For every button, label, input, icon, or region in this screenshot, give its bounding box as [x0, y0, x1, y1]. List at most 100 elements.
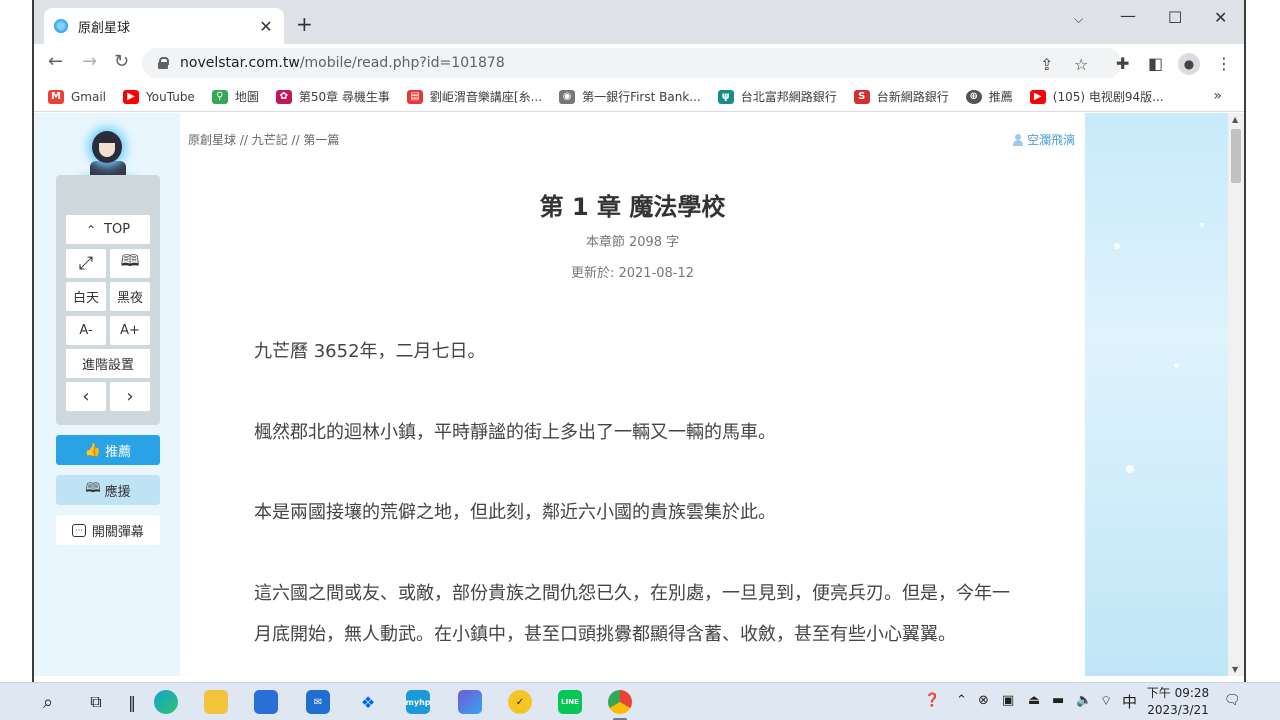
dropbox-icon[interactable]: ❖ [354, 688, 382, 716]
myhp-icon[interactable]: myhp [404, 688, 432, 716]
recommend-button[interactable]: 👍 推薦 [56, 435, 160, 465]
bookmark-maps[interactable]: ⚲ 地圖 [211, 88, 259, 105]
volume-icon[interactable]: 🔈 [1076, 693, 1092, 708]
page-scrollbar[interactable]: ▲ ▼ [1228, 113, 1244, 676]
day-mode-button[interactable]: 白天 [66, 282, 106, 311]
address-bar[interactable]: novelstar.com.tw/mobile/read.php?id=1018… [142, 48, 1122, 78]
youtube-icon: ▶ [1029, 89, 1046, 104]
new-tab-button[interactable]: + [296, 14, 313, 34]
bookmark-label: 台新網路銀行 [876, 90, 949, 104]
back-icon[interactable]: ← [48, 52, 63, 72]
expand-icon: ⤢ [78, 253, 94, 274]
side-panel-icon[interactable]: ◧ [1148, 54, 1163, 73]
lecture-icon: ▤ [406, 89, 423, 104]
wifi-icon[interactable]: ⌔ [1100, 693, 1112, 709]
prev-chapter-button[interactable]: ‹ [66, 382, 106, 411]
bookmark-gmail[interactable]: M Gmail [48, 89, 107, 104]
browser-window: 原創星球 ✕ + ⌵ — ☐ ✕ ← → ↻ novelstar.com.tw/… [32, 0, 1246, 682]
bookmark-label: Gmail [71, 89, 107, 104]
bookmark-chapter-50[interactable]: ✿ 第50章 尋機生事 [275, 88, 390, 105]
chevron-right-icon: › [126, 386, 134, 407]
bookmark-label: 台北富邦網路銀行 [740, 90, 837, 104]
battery-icon[interactable]: ▬ [1052, 693, 1064, 708]
site-favicon-icon [54, 19, 68, 33]
usb-icon[interactable]: ⏏ [1028, 693, 1040, 708]
clock-time: 下午 09:28 [1146, 686, 1210, 700]
next-chapter-button[interactable]: › [110, 382, 150, 411]
reload-icon[interactable]: ↻ [114, 52, 129, 72]
bookmark-label: 地圖 [234, 90, 259, 104]
support-button[interactable]: 🕮 應援 [56, 475, 160, 505]
support-label: 應援 [104, 484, 131, 500]
close-window-icon[interactable]: ✕ [1214, 8, 1227, 27]
copilot-icon[interactable] [456, 688, 484, 716]
bookmark-label: YouTube [146, 89, 195, 104]
store-icon[interactable] [252, 688, 280, 716]
clock-date: 2023/3/21 [1147, 703, 1209, 717]
ime-indicator[interactable]: 中 [1122, 691, 1137, 712]
bookmark-tv-series[interactable]: ▶ (105) 电视剧94版... [1029, 88, 1164, 105]
updated-date: 更新於: 2021-08-12 [570, 266, 695, 281]
line-icon[interactable]: LINE [556, 688, 584, 716]
url-path: /mobile/read.php?id=101878 [299, 55, 505, 71]
author-link[interactable]: 空瀾飛漓 [1012, 131, 1075, 148]
url-host: novelstar.com.tw [180, 55, 300, 71]
help-icon[interactable]: ❓ [924, 693, 940, 708]
norton-icon[interactable]: ✓ [506, 688, 534, 716]
taskbar-divider-icon: ‖ [128, 692, 136, 712]
url-text: novelstar.com.tw/mobile/read.php?id=1018… [180, 55, 505, 71]
bookmarks-overflow-icon[interactable]: » [1213, 88, 1222, 104]
share-icon[interactable]: ⇪ [1040, 55, 1053, 74]
gmail-icon: M [48, 89, 64, 104]
search-icon[interactable]: ⌕ [34, 688, 62, 716]
lock-icon[interactable] [158, 57, 169, 69]
minimize-icon[interactable]: — [1120, 6, 1136, 25]
menu-kebab-icon[interactable]: ⋮ [1216, 54, 1232, 73]
font-larger-button[interactable]: A+ [110, 316, 150, 345]
bookmark-first-bank[interactable]: ◉ 第一銀行First Bank... [559, 88, 701, 105]
chat-bubble-icon: ··· [72, 523, 86, 537]
scroll-thumb[interactable] [1231, 129, 1241, 183]
user-icon [1012, 133, 1023, 146]
breadcrumb[interactable]: 原創星球 // 九芒記 // 第一篇 [188, 131, 339, 148]
maximize-icon[interactable]: ☐ [1168, 8, 1182, 27]
danmaku-toggle-button[interactable]: ··· 開關彈幕 [56, 515, 160, 545]
tab-close-icon[interactable]: ✕ [258, 17, 274, 36]
first-bank-icon: ◉ [559, 89, 576, 104]
snow-sparkle [1126, 465, 1134, 473]
bookmark-recommend[interactable]: ⊕ 推薦 [965, 88, 1013, 105]
tab-novelstar[interactable]: 原創星球 ✕ [44, 8, 284, 44]
word-count: 本章節 2098 字 [585, 235, 680, 250]
file-explorer-icon[interactable] [202, 688, 230, 716]
chevron-up-icon: ⌃ [85, 222, 97, 237]
tab-search-chevron-icon[interactable]: ⌵ [1074, 12, 1083, 27]
fullscreen-button[interactable]: ⤢ [66, 249, 106, 278]
scroll-down-arrow-icon[interactable]: ▼ [1232, 665, 1238, 674]
bookmark-youtube[interactable]: ▶ YouTube [123, 89, 195, 104]
edge-icon[interactable] [152, 688, 180, 716]
night-mode-button[interactable]: 黑夜 [110, 282, 150, 311]
profile-icon[interactable]: ● [1178, 53, 1200, 75]
font-smaller-button[interactable]: A- [66, 316, 106, 345]
bookmark-star-icon[interactable]: ☆ [1074, 55, 1088, 74]
bookmark-taishin-bank[interactable]: S 台新網路銀行 [853, 88, 949, 105]
task-view-icon[interactable]: ⧉ [82, 688, 110, 716]
tray-app-icon[interactable]: ▣ [1002, 693, 1014, 708]
tray-chevron-up-icon[interactable]: ⌃ [956, 693, 967, 708]
reading-mode-button[interactable]: 🕮 [110, 249, 150, 278]
advanced-settings-button[interactable]: 進階設置 [66, 349, 150, 378]
chrome-icon[interactable] [606, 688, 634, 716]
network-blocked-icon[interactable]: ⊗ [978, 693, 989, 708]
extensions-icon[interactable]: ✚ [1116, 54, 1129, 73]
forward-icon[interactable]: → [82, 52, 97, 72]
bookmark-fubon-bank[interactable]: ψ 台北富邦網路銀行 [717, 88, 837, 105]
scroll-up-arrow-icon[interactable]: ▲ [1232, 115, 1238, 124]
top-button[interactable]: ⌃ TOP [66, 215, 150, 244]
page-viewport: ⌃ TOP ⤢ 🕮 白天 黑夜 A- A+ 進階設置 ‹ › 👍 推薦 🕮 應援… [34, 113, 1228, 676]
fubon-icon: ψ [717, 89, 734, 104]
browser-toolbar: ← → ↻ novelstar.com.tw/mobile/read.php?i… [34, 44, 1244, 82]
system-clock[interactable]: 下午 09:28 2023/3/21 [1140, 685, 1216, 719]
mail-icon[interactable]: ✉ [304, 688, 332, 716]
bookmark-music-lecture[interactable]: ▤ 劉岠渭音樂講座[糸... [406, 88, 542, 105]
notification-icon[interactable]: 🗨 [1224, 693, 1241, 708]
